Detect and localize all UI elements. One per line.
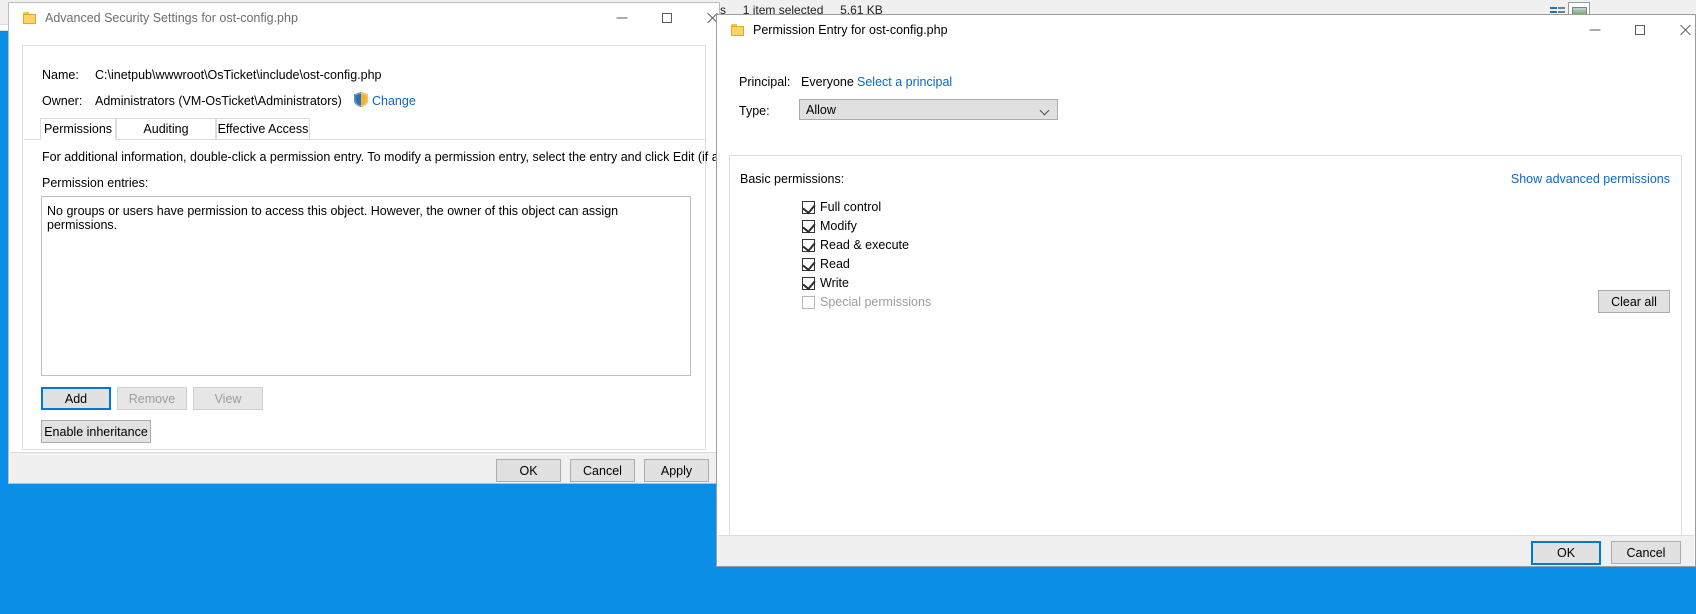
ok-button[interactable]: OK	[496, 459, 561, 482]
checkbox-icon	[802, 276, 816, 291]
permission-entry-titlebar[interactable]: Permission Entry for ost-config.php	[717, 15, 1695, 47]
permission-entry-window: Permission Entry for ost-config.php Prin…	[716, 14, 1696, 567]
ok-button[interactable]: OK	[1531, 541, 1601, 565]
permission-label: Read & execute	[820, 238, 909, 252]
permission-entry-title: Permission Entry for ost-config.php	[753, 23, 948, 37]
cancel-button[interactable]: Cancel	[1611, 541, 1681, 564]
advanced-security-title: Advanced Security Settings for ost-confi…	[45, 11, 298, 25]
owner-value: Administrators (VM-OsTicket\Administrato…	[95, 94, 342, 108]
checkbox-icon	[802, 238, 816, 253]
basic-permissions-panel: Basic permissions: Show advanced permiss…	[729, 155, 1682, 544]
principal-value: Everyone	[801, 75, 854, 89]
change-owner-link[interactable]: Change	[372, 94, 416, 108]
type-selected-value: Allow	[806, 103, 836, 117]
shield-icon	[354, 92, 368, 107]
close-icon[interactable]	[1662, 15, 1696, 45]
permission-entry-header-area: Principal: Everyone Select a principal T…	[717, 47, 1695, 120]
clear-all-button[interactable]: Clear all	[1598, 290, 1670, 313]
remove-button: Remove	[117, 387, 187, 410]
view-button: View	[193, 387, 263, 410]
apply-button[interactable]: Apply	[644, 459, 709, 482]
add-button[interactable]: Add	[41, 387, 111, 410]
principal-label: Principal:	[739, 75, 791, 89]
checkbox-icon	[802, 219, 816, 234]
permissions-tabstrip: Permissions Auditing Effective Access	[24, 118, 706, 140]
tab-effective-access[interactable]: Effective Access	[216, 118, 310, 140]
maximize-icon[interactable]	[644, 3, 689, 33]
advanced-security-footer: OK Cancel Apply	[10, 452, 718, 483]
permission-label: Write	[820, 276, 849, 290]
type-label: Type:	[739, 104, 770, 118]
desktop-background: s 1 item selected 5.61 KB Advanced Secur…	[0, 0, 1696, 614]
permission-entries-empty-text: No groups or users have permission to ac…	[47, 204, 619, 232]
checkbox-icon	[802, 257, 816, 272]
enable-inheritance-button[interactable]: Enable inheritance	[41, 420, 151, 443]
checkbox-icon	[802, 200, 816, 215]
permission-label: Modify	[820, 219, 857, 233]
chevron-down-icon	[1041, 107, 1049, 112]
name-label: Name:	[42, 68, 79, 82]
show-advanced-permissions-link[interactable]: Show advanced permissions	[1511, 172, 1670, 186]
basic-permissions-label: Basic permissions:	[740, 172, 845, 186]
minimize-icon[interactable]	[1572, 15, 1617, 45]
folder-icon	[731, 24, 745, 37]
select-a-principal-link[interactable]: Select a principal	[857, 75, 952, 89]
owner-label: Owner:	[42, 94, 83, 108]
maximize-icon[interactable]	[1617, 15, 1662, 45]
permission-entry-footer: OK Cancel	[718, 535, 1694, 566]
folder-icon	[23, 12, 37, 25]
permissions-info-text: For additional information, double-click…	[42, 150, 769, 164]
permission-entry-content: Principal: Everyone Select a principal T…	[717, 47, 1695, 566]
permission-label: Full control	[820, 200, 882, 214]
permission-entries-label: Permission entries:	[42, 176, 149, 190]
name-value: C:\inetpub\wwwroot\OsTicket\include\ost-…	[95, 68, 382, 82]
advanced-security-titlebar[interactable]: Advanced Security Settings for ost-confi…	[9, 3, 719, 35]
permission-label: Read	[820, 257, 850, 271]
advanced-security-settings-window: Advanced Security Settings for ost-confi…	[8, 2, 769, 484]
checkbox-icon	[802, 296, 815, 309]
advanced-security-panel: Name: C:\inetpub\wwwroot\OsTicket\includ…	[22, 45, 769, 450]
tab-auditing[interactable]: Auditing	[116, 118, 216, 140]
minimize-icon[interactable]	[599, 3, 644, 33]
permission-entries-list[interactable]: No groups or users have permission to ac…	[41, 196, 691, 376]
cancel-button[interactable]: Cancel	[570, 459, 635, 482]
permission-label: Special permissions	[820, 295, 932, 309]
tab-permissions[interactable]: Permissions	[40, 118, 116, 140]
advanced-security-content: Name: C:\inetpub\wwwroot\OsTicket\includ…	[9, 35, 769, 483]
type-dropdown[interactable]: Allow	[799, 99, 1058, 120]
